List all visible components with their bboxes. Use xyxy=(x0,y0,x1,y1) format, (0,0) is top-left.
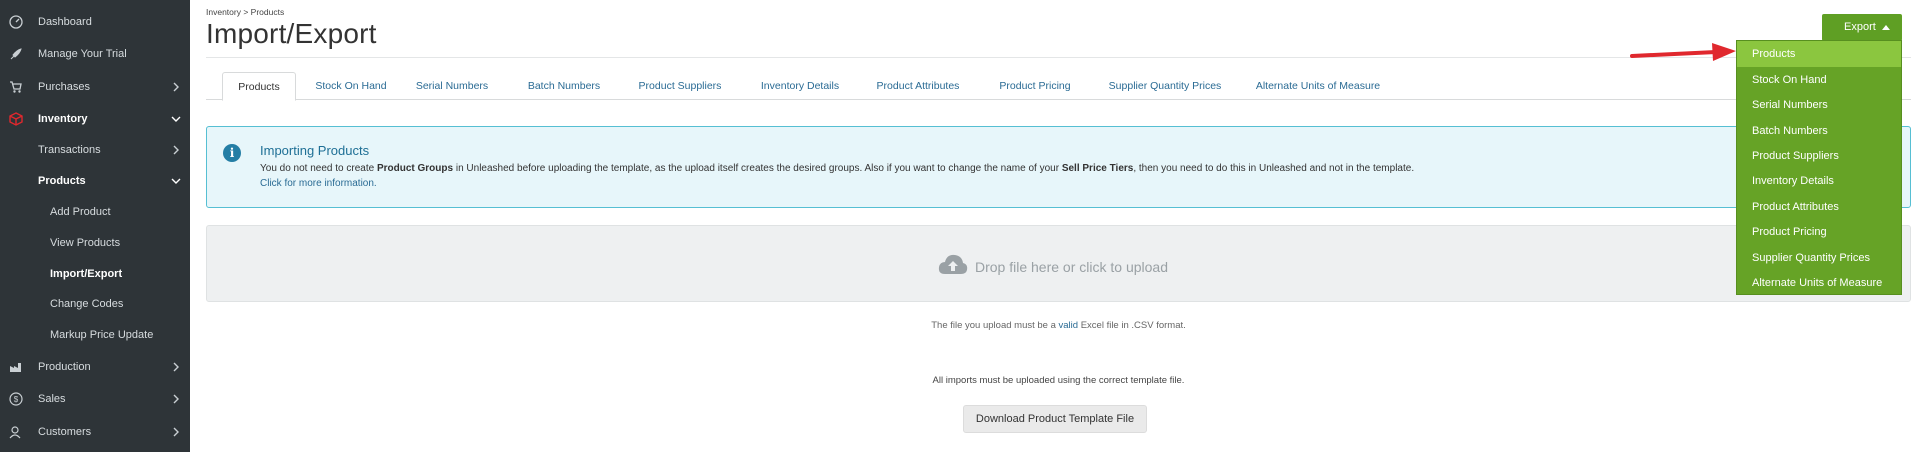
tab-product-attributes[interactable]: Product Attributes xyxy=(862,72,974,100)
sidebar-item-label: Products xyxy=(38,175,86,187)
sidebar-item-label: Add Product xyxy=(50,206,111,218)
sidebar-item-label: Markup Price Update xyxy=(50,329,154,341)
info-title: Importing Products xyxy=(260,143,370,158)
sidebar-item-label: Import/Export xyxy=(50,268,123,280)
sidebar-item-customers[interactable]: Customers xyxy=(0,417,190,447)
chevron-down-icon xyxy=(171,178,181,184)
sidebar-item-label: Change Codes xyxy=(50,298,124,310)
export-button[interactable]: Export xyxy=(1822,14,1902,41)
sidebar-item-label: Customers xyxy=(38,426,92,438)
info-icon: i xyxy=(223,144,241,162)
sidebar-item-products[interactable]: Products xyxy=(0,166,190,196)
chevron-right-icon xyxy=(173,145,179,155)
chevron-right-icon xyxy=(173,362,179,372)
tab-supplier-quantity-prices[interactable]: Supplier Quantity Prices xyxy=(1095,72,1235,100)
sidebar: Dashboard Manage Your Trial Purchases In… xyxy=(0,0,190,452)
rocket-icon xyxy=(8,46,24,62)
sidebar-item-production[interactable]: Production xyxy=(0,352,190,382)
dropzone-text: Drop file here or click to upload xyxy=(975,258,1168,275)
file-format-note: The file you upload must be a valid Exce… xyxy=(931,320,1186,331)
export-menu-item-serial-numbers[interactable]: Serial Numbers xyxy=(1737,92,1901,118)
info-body: You do not need to create Product Groups… xyxy=(260,163,1415,174)
sidebar-item-label: Transactions xyxy=(38,144,101,156)
sidebar-item-label: Manage Your Trial xyxy=(38,48,127,60)
sidebar-item-label: Inventory xyxy=(38,113,88,125)
sidebar-item-transactions[interactable]: Transactions xyxy=(0,135,190,165)
tab-products[interactable]: Products xyxy=(222,72,296,101)
caret-up-icon xyxy=(1882,25,1890,30)
breadcrumb: Inventory > Products xyxy=(206,7,285,17)
sidebar-item-dashboard[interactable]: Dashboard xyxy=(0,7,190,37)
tab-alternate-units[interactable]: Alternate Units of Measure xyxy=(1239,72,1397,100)
tab-inventory-details[interactable]: Inventory Details xyxy=(750,72,850,100)
cart-icon xyxy=(8,79,24,95)
export-menu-item-product-pricing[interactable]: Product Pricing xyxy=(1737,219,1901,245)
export-label: Export xyxy=(1844,21,1876,33)
export-menu-item-product-suppliers[interactable]: Product Suppliers xyxy=(1737,143,1901,169)
export-menu-item-supplier-quantity-prices[interactable]: Supplier Quantity Prices xyxy=(1737,245,1901,271)
tab-stock-on-hand[interactable]: Stock On Hand xyxy=(304,72,398,100)
sidebar-item-inventory[interactable]: Inventory xyxy=(0,104,190,134)
chevron-right-icon xyxy=(173,394,179,404)
export-menu-item-alternate-units[interactable]: Alternate Units of Measure xyxy=(1737,270,1901,296)
info-alert: i Importing Products You do not need to … xyxy=(206,126,1911,208)
sidebar-item-change-codes[interactable]: Change Codes xyxy=(0,289,190,319)
sidebar-item-label: Production xyxy=(38,361,91,373)
sidebar-item-view-products[interactable]: View Products xyxy=(0,228,190,258)
export-menu-item-stock-on-hand[interactable]: Stock On Hand xyxy=(1737,67,1901,93)
export-menu-item-product-attributes[interactable]: Product Attributes xyxy=(1737,194,1901,220)
sidebar-item-label: Sales xyxy=(38,393,66,405)
export-menu-item-batch-numbers[interactable]: Batch Numbers xyxy=(1737,118,1901,144)
sidebar-item-label: Dashboard xyxy=(38,16,92,28)
svg-text:$: $ xyxy=(14,395,19,404)
more-info-link[interactable]: Click for more information. xyxy=(260,178,377,189)
sidebar-item-purchases[interactable]: Purchases xyxy=(0,72,190,102)
sidebar-item-sales[interactable]: $ Sales xyxy=(0,384,190,414)
tab-batch-numbers[interactable]: Batch Numbers xyxy=(522,72,606,100)
factory-icon xyxy=(8,359,24,375)
export-menu-item-inventory-details[interactable]: Inventory Details xyxy=(1737,168,1901,194)
download-template-button[interactable]: Download Product Template File xyxy=(963,405,1147,433)
cloud-upload-icon xyxy=(937,252,969,281)
customers-icon xyxy=(8,424,24,440)
chevron-right-icon xyxy=(173,82,179,92)
chevron-right-icon xyxy=(173,427,179,437)
tab-product-suppliers[interactable]: Product Suppliers xyxy=(630,72,730,100)
tab-product-pricing[interactable]: Product Pricing xyxy=(985,72,1085,100)
page-title: Import/Export xyxy=(206,18,377,49)
tab-serial-numbers[interactable]: Serial Numbers xyxy=(411,72,493,100)
export-menu: Products Stock On Hand Serial Numbers Ba… xyxy=(1736,40,1902,295)
box-icon xyxy=(8,111,24,127)
sidebar-item-markup-price-update[interactable]: Markup Price Update xyxy=(0,320,190,350)
sidebar-item-label: Purchases xyxy=(38,81,90,93)
export-menu-item-products[interactable]: Products xyxy=(1737,41,1901,67)
template-note: All imports must be uploaded using the c… xyxy=(932,375,1185,386)
sidebar-item-import-export[interactable]: Import/Export xyxy=(0,259,190,289)
dashboard-icon xyxy=(8,14,24,30)
chevron-down-icon xyxy=(171,116,181,122)
sidebar-item-add-product[interactable]: Add Product xyxy=(0,197,190,227)
file-dropzone[interactable]: Drop file here or click to upload xyxy=(206,225,1911,302)
dollar-icon: $ xyxy=(8,391,24,407)
sidebar-item-label: View Products xyxy=(50,237,121,249)
annotation-arrow-icon xyxy=(1630,43,1736,61)
sidebar-item-manage-trial[interactable]: Manage Your Trial xyxy=(0,39,190,69)
